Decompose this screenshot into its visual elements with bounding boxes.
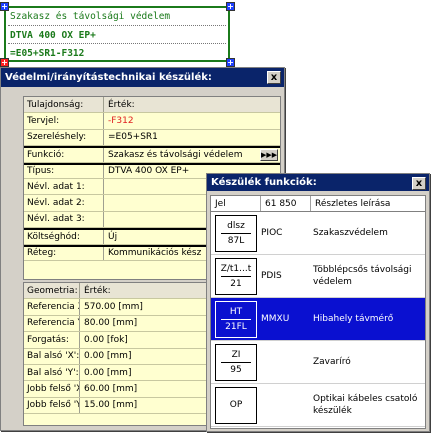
property-value[interactable]: -F312 [104,113,280,128]
column-header-geometry: Geometria: [24,283,80,299]
symbol-divider [221,275,251,277]
geometry-name: Forgatás: [24,332,80,348]
cad-separator [8,25,226,26]
property-name: Funkció: [24,148,104,162]
property-window-titlebar[interactable]: Védelmi/irányítástechnikai készülék: x [1,68,284,87]
function-window: Készülék funkciók: x Jel 61 850 Részlete… [206,173,430,432]
geometry-name: Jobb felső 'X': [24,381,80,397]
property-name: Névl. adat 1: [24,178,104,195]
cad-separator [8,43,226,44]
symbol-top-text: Z/t1...t [220,263,252,274]
property-row-tervjel[interactable]: Tervjel: -F312 [24,113,280,130]
column-header-property: Tulajdonság: [24,97,104,113]
geometry-name: Bal alsó 'X': [24,348,80,364]
function-row[interactable]: OP Optikai kábeles csatoló készülék [211,384,425,427]
function-value-text: Szakasz és távolsági védelem [108,149,243,160]
cad-type-text: DTVA 400 OX EP+ [10,30,96,41]
cad-symbol-block[interactable]: Szakasz és távolsági védelem DTVA 400 OX… [4,6,230,62]
geometry-name: Bal alsó 'Y': [24,364,80,381]
function-symbol: dlsz 87L [215,214,257,252]
function-description: Hibahely távmérő [313,314,394,324]
function-browse-button[interactable]: ▶▶▶ [260,148,278,161]
geometry-name: Referencia Y: [24,315,80,332]
close-icon[interactable]: x [267,71,281,84]
function-description: Zavaríró [313,357,351,367]
property-name: Névl. adat 2: [24,195,104,211]
symbol-bottom-text: 21 [230,278,242,289]
property-name: Réteg: [24,246,104,260]
symbol-bottom-text: 21FL [225,321,247,332]
function-code: PIOC [261,228,283,238]
property-row-funkcio[interactable]: Funkció: Szakasz és távolsági védelem ▶▶… [24,146,280,163]
geometry-name: Jobb felső 'Y': [24,397,80,414]
function-list: Jel 61 850 Részletes leírása dlsz 87L PI… [210,195,426,429]
function-description: Szakaszvédelem [313,228,388,238]
column-header-value: Érték: [108,99,135,110]
symbol-divider [221,361,251,363]
function-row-selected[interactable]: HT 21FL MMXU Hibahely távmérő [211,298,425,341]
column-header-symbol[interactable]: Jel [211,196,261,211]
function-code: PDIS [261,271,282,281]
property-value[interactable]: =E05+SR1 [104,130,280,145]
function-row[interactable]: Z/t1...t 21 PDIS Többlépcsős távolsági v… [211,255,425,298]
property-grid-header: Tulajdonság: Érték: [24,97,280,114]
function-window-titlebar[interactable]: Készülék funkciók: x [207,174,429,191]
function-symbol: Z/t1...t 21 [215,257,257,295]
cad-designation-text: =E05+SR1-F312 [10,48,85,59]
function-code: MMXU [261,314,290,324]
symbol-top-text: ZI [231,349,241,360]
symbol-top-text: dlsz [227,220,245,231]
cad-function-text: Szakasz és távolsági védelem [10,11,171,22]
property-name: Névl. adat 3: [24,211,104,228]
function-description: Optikai kábeles csatoló készülék [313,394,418,416]
column-header-iec61850[interactable]: 61 850 [261,196,311,211]
property-name: Költséghód: [24,230,104,244]
property-row-szerelesheley[interactable]: Szereléshely: =E05+SR1 [24,129,280,147]
column-header-description[interactable]: Részletes leírása [311,196,425,211]
geometry-name: Referencia X: [24,299,80,315]
symbol-divider [221,318,251,320]
property-window-title: Védelmi/irányítástechnikai készülék: [5,72,212,83]
symbol-bottom-text: 87L [227,235,245,246]
symbol-bottom-text: 95 [230,364,242,375]
symbol-top-text: OP [229,400,243,410]
property-name: Tervjel: [24,113,104,129]
grip-handle-bottom-right[interactable]: + [226,58,235,67]
symbol-top-text: HT [229,306,243,317]
close-icon[interactable]: x [412,177,426,190]
function-symbol: HT 21FL [215,300,257,338]
property-name: Szereléshely: [24,129,104,146]
function-symbol: ZI 95 [215,343,257,381]
grip-handle-top-left[interactable]: + [0,2,9,11]
property-name: Típus: [24,164,104,178]
function-window-title: Készülék funkciók: [211,177,317,188]
grip-handle-top-right[interactable]: + [226,2,235,11]
property-value[interactable]: Szakasz és távolsági védelem ▶▶▶ [104,148,280,161]
function-description: Többlépcsős távolsági védelem [313,265,412,287]
grip-handle-bottom-left[interactable]: + [0,58,9,67]
function-list-header: Jel 61 850 Részletes leírása [211,196,425,212]
function-row[interactable]: ZI 95 Zavaríró [211,341,425,384]
function-symbol: OP [215,386,257,424]
symbol-divider [221,232,251,234]
function-row[interactable]: dlsz 87L PIOC Szakaszvédelem [211,212,425,255]
